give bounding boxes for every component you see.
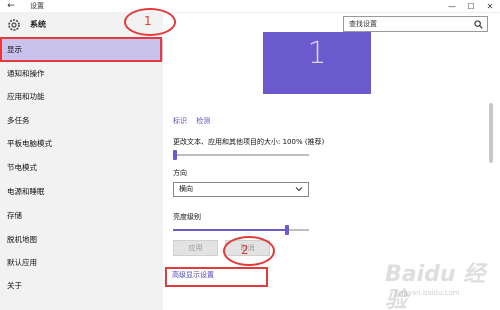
maximize-button[interactable]: ☐ [464,0,478,13]
sidebar-item-about[interactable]: 关于 [0,275,163,297]
search-input[interactable]: 查找设置 [343,16,488,32]
annotation-number-two: 2 [241,243,249,257]
brightness-label: 亮度级别 [173,213,201,221]
title-bar: ← 设置 — ☐ ✕ [0,0,500,13]
monitor-preview[interactable]: 1 [263,32,371,94]
annotation-circle-two [223,236,275,266]
sidebar-item-default-apps[interactable]: 默认应用 [0,252,163,274]
sidebar-item-multitasking[interactable]: 多任务 [0,110,163,132]
apply-button[interactable]: 应用 [173,240,218,256]
brightness-slider-fill [173,229,286,231]
sidebar-item-battery-saver[interactable]: 节电模式 [0,157,163,179]
watermark-url: jingyan.baidu.com [395,289,460,297]
scale-slider-track[interactable] [173,154,309,156]
scale-label: 更改文本、应用和其他项目的大小: 100% (推荐) [173,138,325,146]
window-title: 设置 [30,2,44,10]
annotation-highlight-display [0,37,162,62]
scale-slider-thumb[interactable] [173,150,177,160]
chevron-down-icon [295,187,303,192]
back-arrow-icon[interactable]: ← [4,0,18,13]
sidebar-title: 系统 [30,20,46,29]
minimize-button[interactable]: — [445,0,459,13]
orientation-value: 横向 [179,185,193,193]
monitor-links: 标识 检测 [173,116,217,126]
close-button[interactable]: ✕ [483,0,497,13]
sidebar-item-offline-maps[interactable]: 脱机地图 [0,229,163,251]
annotation-highlight-advanced [165,267,268,287]
gear-icon [8,19,20,31]
annotation-number-one: 1 [144,14,152,28]
brightness-slider-thumb[interactable] [285,225,290,235]
sidebar-item-storage[interactable]: 存储 [0,205,163,227]
sidebar-item-tablet-mode[interactable]: 平板电脑模式 [0,133,163,155]
scrollbar-thumb[interactable] [489,103,493,163]
orientation-dropdown[interactable]: 横向 [173,182,309,197]
search-icon[interactable] [474,20,483,29]
search-placeholder: 查找设置 [349,20,377,28]
watermark-logo: Baidu 经验 [385,262,486,310]
sidebar-item-power-sleep[interactable]: 电源和睡眠 [0,181,163,203]
identify-link[interactable]: 标识 [173,117,187,125]
orientation-label: 方向 [173,169,187,177]
sidebar-item-notifications[interactable]: 通知和操作 [0,63,163,85]
sidebar-item-apps[interactable]: 应用和功能 [0,86,163,108]
detect-link[interactable]: 检测 [196,117,210,125]
monitor-number: 1 [307,36,327,71]
